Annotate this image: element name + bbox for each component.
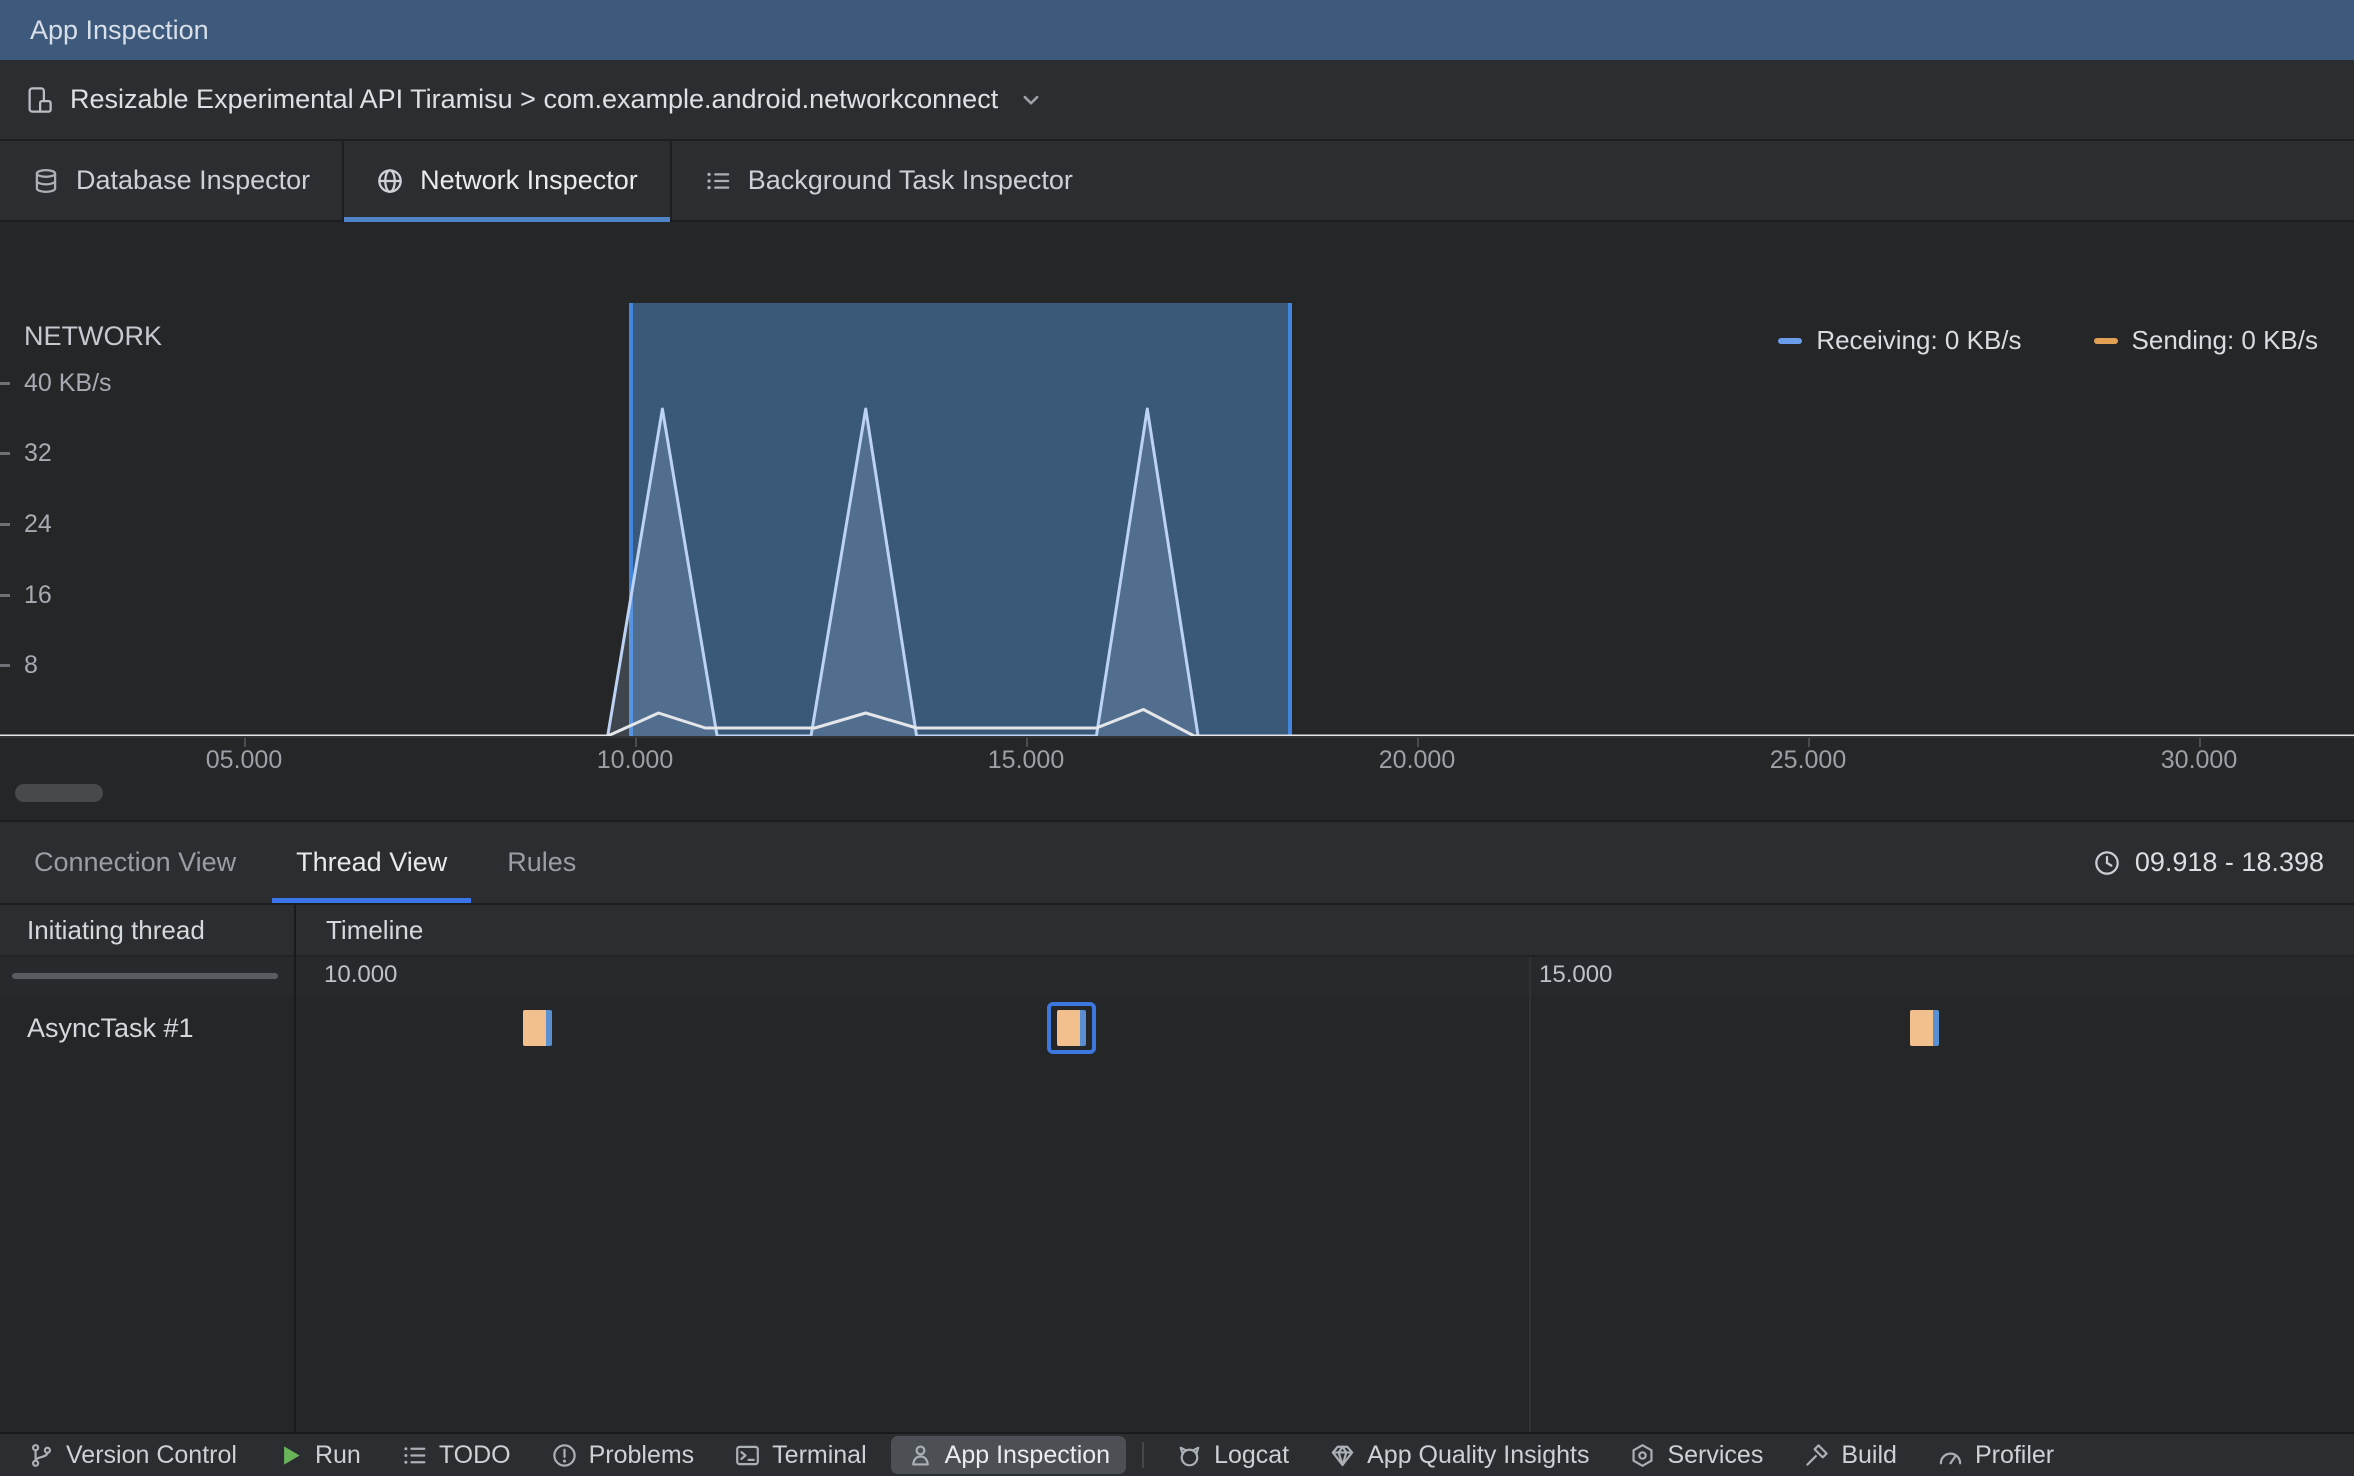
statusbar-separator [1142,1442,1145,1468]
tab-background-task-inspector[interactable]: Background Task Inspector [669,141,1105,220]
view-tabs-bar: Connection View Thread View Rules 09.918… [0,822,2354,903]
toolwindow-button-build[interactable]: Build [1787,1436,1913,1474]
toolwindow-button-todo[interactable]: TODO [385,1436,527,1474]
tab-label: Connection View [34,847,237,877]
device-icon [24,85,54,115]
time-range: 09.918 - 18.398 [2093,822,2324,903]
chart-title: NETWORK [24,321,162,351]
network-request-block[interactable] [523,1010,552,1046]
tool-window-title: App Inspection [30,14,209,45]
app-inspection-window: App Inspection Resizable Experimental AP… [0,0,2354,1476]
run-icon [277,1442,304,1469]
chart-x-axis: 05.000 10.000 15.000 20.000 25.000 30.000 [0,736,2354,780]
toolwindow-button-label: Run [314,1440,361,1469]
toolwindow-button-terminal[interactable]: Terminal [718,1436,882,1474]
network-chart-svg [0,407,2354,736]
toolwindow-button-label: App Quality Insights [1367,1440,1590,1469]
legend-swatch [1778,337,1803,344]
branch-icon [28,1442,55,1469]
toolwindow-button-label: Build [1841,1440,1897,1469]
insights-icon [1329,1442,1356,1469]
network-globe-icon [376,167,404,195]
tab-rules[interactable]: Rules [477,822,606,903]
legend-entry: Sending: 0 KB/s [2093,325,2318,356]
process-selector-label: Resizable Experimental API Tiramisu > co… [70,84,999,114]
inspector-tabs: Database Inspector Network Inspector Bac… [0,141,2354,222]
tool-window-title-bar: App Inspection [0,0,2354,60]
legend-label: Sending: 0 KB/s [2131,325,2318,355]
column-divider[interactable] [294,903,296,1432]
toolwindow-button-logcat[interactable]: Logcat [1160,1436,1305,1474]
toolwindow-button-version-control[interactable]: Version Control [12,1436,253,1474]
clock-icon [2093,849,2121,877]
background-task-icon [704,167,732,195]
x-axis-label: 10.000 [596,746,674,774]
build-icon [1803,1442,1830,1469]
chart-legend: Receiving: 0 KB/s Sending: 0 KB/s [1778,325,2318,356]
tab-network-inspector[interactable]: Network Inspector [342,141,670,222]
toolwindow-button-label: Services [1667,1440,1764,1469]
toolwindow-button-run[interactable]: Run [261,1436,377,1474]
tab-database-inspector[interactable]: Database Inspector [0,141,342,220]
terminal-icon [734,1442,761,1469]
toolwindow-button-label: Logcat [1214,1440,1290,1469]
x-axis-label: 30.000 [2160,746,2238,774]
x-axis-label: 25.000 [1769,746,1847,774]
thread-row-label: AsyncTask #1 [27,1013,194,1043]
toolwindow-button-app-quality-insights[interactable]: App Quality Insights [1313,1436,1605,1474]
tab-label: Database Inspector [76,165,311,195]
status-bar: Version Control Run TODO Problems Terminal Ap… [0,1432,2354,1476]
toolwindow-button-label: Problems [588,1440,695,1469]
toolwindow-button-app-inspection[interactable]: App Inspection [890,1436,1127,1474]
chevron-down-icon [1018,87,1044,113]
chart-horizontal-scrollbar[interactable] [15,784,103,802]
tab-label: Network Inspector [420,165,638,195]
tab-label: Background Task Inspector [747,165,1073,195]
tab-connection-view[interactable]: Connection View [4,822,266,903]
timeline-axis-row: 10.000 15.000 [0,957,2354,995]
process-selector[interactable]: Resizable Experimental API Tiramisu > co… [0,60,2354,141]
profiler-icon [1937,1442,1964,1469]
thread-table-header: Initiating thread Timeline [0,903,2354,957]
x-axis-label: 20.000 [1378,746,1456,774]
logcat-icon [1176,1442,1203,1469]
timeline-gridline [1529,957,1531,1432]
tab-label: Thread View [296,847,448,877]
services-icon [1629,1442,1656,1469]
x-axis-label: 05.000 [205,746,283,774]
network-chart[interactable]: NETWORK Receiving: 0 KB/s Sending: 0 KB/s… [0,303,2354,736]
time-range-text: 09.918 - 18.398 [2134,847,2324,877]
toolwindow-button-label: Version Control [66,1440,237,1469]
network-request-block[interactable] [1057,1010,1086,1046]
legend-entry: Receiving: 0 KB/s [1778,325,2022,356]
tab-label: Rules [507,847,577,877]
network-request-block[interactable] [1910,1010,1939,1046]
column-header-initiating-thread: Initiating thread [27,914,205,945]
toolwindow-button-profiler[interactable]: Profiler [1921,1436,2070,1474]
toolwindow-button-label: Terminal [772,1440,867,1469]
legend-swatch [2093,337,2118,344]
thread-table: Initiating thread Timeline 10.000 15.000 … [0,903,2354,1432]
toolwindow-button-label: TODO [438,1440,511,1469]
legend-label: Receiving: 0 KB/s [1816,325,2022,355]
timeline-tick-label: 15.000 [1539,961,1613,988]
thread-table-body: AsyncTask #1 [0,995,2354,1432]
timeline-tick-label: 10.000 [324,961,398,988]
toolwindow-button-label: Profiler [1974,1440,2055,1469]
database-icon [32,167,60,195]
problems-icon [551,1442,578,1469]
toolwindow-button-label: App Inspection [944,1440,1111,1469]
column-header-timeline: Timeline [326,914,424,945]
todo-icon [401,1442,428,1469]
x-axis-label: 15.000 [987,746,1065,774]
tab-thread-view[interactable]: Thread View [266,822,477,903]
inspector-toolbar [0,222,2354,303]
app-inspection-icon [907,1442,934,1469]
toolwindow-button-services[interactable]: Services [1613,1436,1779,1474]
thread-column-scrollbar[interactable] [12,973,278,979]
toolwindow-button-problems[interactable]: Problems [535,1436,711,1474]
